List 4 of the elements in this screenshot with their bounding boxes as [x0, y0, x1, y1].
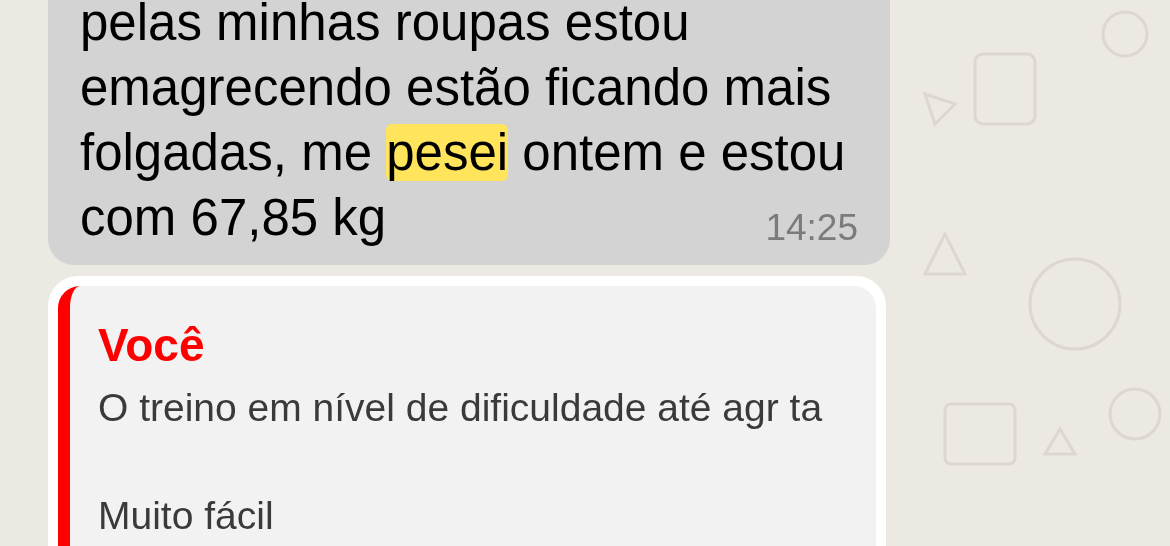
quoted-author: Você	[98, 318, 206, 373]
message-time: 14:25	[765, 206, 858, 250]
quoted-text: O treino em nível de dificuldade até agr ta Muito fácil	[98, 385, 824, 539]
quoted-message[interactable]: Você O treino em nível de dificuldade até agr ta Muito fácil	[58, 286, 876, 546]
